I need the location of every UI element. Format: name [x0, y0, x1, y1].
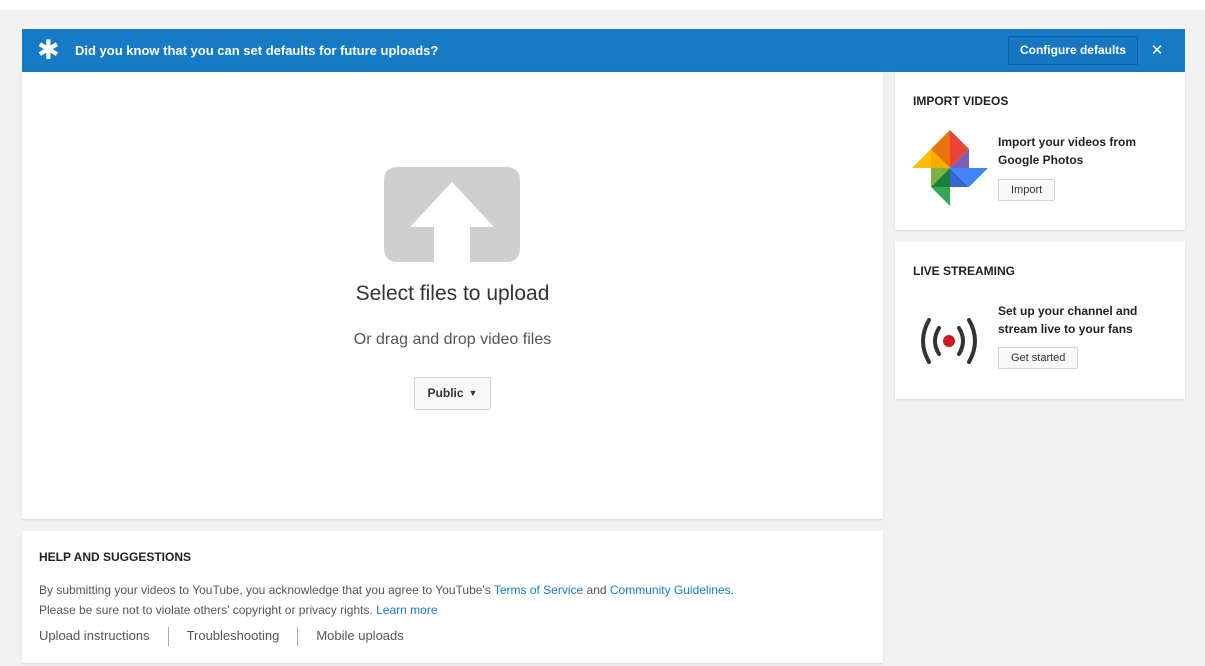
top-strip	[0, 0, 1205, 10]
live-wave-right-outer	[967, 318, 977, 364]
divider	[297, 627, 299, 647]
community-guidelines-link[interactable]: Community Guidelines	[610, 583, 731, 597]
help-text: By submitting your videos to YouTube, yo…	[39, 580, 869, 620]
import-button[interactable]: Import	[998, 179, 1056, 201]
help-line1-suffix: .	[730, 583, 734, 597]
defaults-banner: ✱ Did you know that you can set defaults…	[22, 29, 1185, 72]
import-videos-title: IMPORT VIDEOS	[913, 94, 1009, 108]
help-suggestions-panel: HELP AND SUGGESTIONS By submitting your …	[22, 531, 883, 663]
learn-more-link[interactable]: Learn more	[376, 603, 437, 617]
privacy-dropdown-value: Public	[427, 386, 464, 400]
upload-page: ✱ Did you know that you can set defaults…	[0, 0, 1205, 666]
live-dot	[943, 335, 955, 347]
troubleshooting-link[interactable]: Troubleshooting	[187, 626, 280, 646]
help-title: HELP AND SUGGESTIONS	[39, 550, 192, 564]
live-description: Set up your channel and stream live to y…	[998, 304, 1138, 336]
import-videos-card: IMPORT VIDEOS Import your videos from Go…	[895, 72, 1185, 230]
live-streaming-card: LIVE STREAMING Set up your channel and s…	[895, 242, 1185, 399]
help-links: Upload instructions Troubleshooting Mobile…	[39, 626, 404, 647]
import-description: Import your videos from Google Photos	[998, 135, 1137, 167]
help-and-text: and	[583, 583, 610, 597]
live-wave-left-inner	[933, 326, 941, 356]
live-streaming-title: LIVE STREAMING	[913, 264, 1016, 278]
banner-message: Did you know that you can set defaults f…	[75, 43, 439, 58]
configure-defaults-button[interactable]: Configure defaults	[1008, 36, 1138, 65]
close-icon[interactable]: ✕	[1148, 29, 1166, 72]
live-broadcast-icon	[921, 318, 977, 364]
mobile-uploads-link[interactable]: Mobile uploads	[316, 626, 403, 646]
upload-arrow-icon[interactable]	[384, 167, 520, 262]
live-wave-left-outer	[921, 318, 931, 364]
upload-dropzone[interactable]: Select files to upload Or drag and drop …	[22, 72, 883, 519]
google-photos-icon	[912, 130, 988, 206]
live-wave-right-inner	[957, 326, 965, 356]
privacy-dropdown[interactable]: Public ▼	[414, 377, 491, 410]
get-started-button[interactable]: Get started	[998, 347, 1079, 369]
select-files-title[interactable]: Select files to upload	[22, 282, 883, 306]
upload-instructions-link[interactable]: Upload instructions	[39, 626, 150, 646]
chevron-down-icon: ▼	[468, 388, 478, 398]
asterisk-icon: ✱	[37, 35, 60, 65]
help-line1-prefix: By submitting your videos to YouTube, yo…	[39, 583, 494, 597]
divider	[167, 627, 169, 647]
drag-drop-hint: Or drag and drop video files	[353, 331, 552, 348]
terms-of-service-link[interactable]: Terms of Service	[494, 583, 583, 597]
help-line2-prefix: Please be sure not to violate others' co…	[39, 603, 377, 617]
